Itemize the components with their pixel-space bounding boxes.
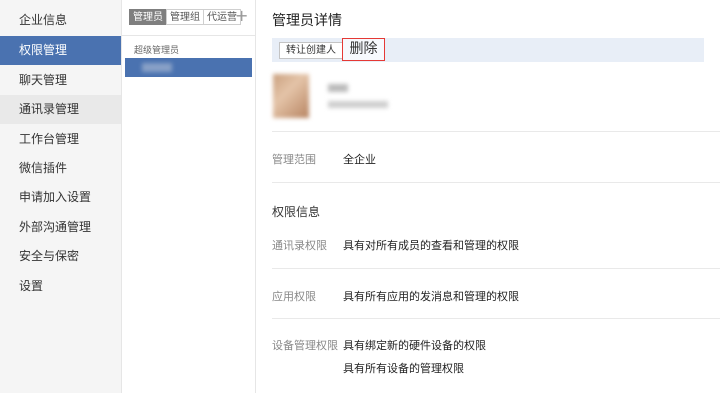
scope-value: 全企业	[343, 153, 376, 166]
permissions-section-title: 权限信息	[272, 205, 321, 219]
sidebar-item-wechat-plugin[interactable]: 微信插件	[0, 154, 121, 183]
sidebar-item-company-info[interactable]: 企业信息	[0, 6, 121, 35]
delete-button[interactable]: 删除	[342, 38, 385, 61]
admin-detail-panel: 管理员详情 转让创建人 删除 管理范围 全企业 权限信息 通讯录权限 具有对所有…	[256, 0, 720, 393]
device-permission-value-1: 具有绑定新的硬件设备的权限	[343, 339, 486, 352]
blurred-admin-name	[142, 63, 172, 72]
sidebar-item-workbench-management[interactable]: 工作台管理	[0, 125, 121, 154]
sidebar-item-contacts-management[interactable]: 通讯录管理	[0, 95, 121, 124]
blurred-admin-name-text	[328, 84, 348, 92]
avatar	[273, 74, 309, 118]
sidebar-item-security[interactable]: 安全与保密	[0, 242, 121, 271]
super-admin-group-label: 超级管理员	[134, 46, 180, 56]
app-permission-value: 具有所有应用的发消息和管理的权限	[343, 290, 519, 303]
divider	[272, 318, 720, 319]
sidebar-item-chat-management[interactable]: 聊天管理	[0, 66, 121, 95]
app-permission-label: 应用权限	[272, 290, 316, 303]
add-icon[interactable]: +	[235, 7, 248, 25]
blurred-admin-account-text	[328, 101, 388, 108]
divider	[272, 268, 720, 269]
tab-admin-groups[interactable]: 管理组	[166, 9, 204, 25]
divider	[272, 131, 720, 132]
scope-label: 管理范围	[272, 153, 316, 166]
tab-admins[interactable]: 管理员	[129, 9, 167, 25]
contacts-permission-label: 通讯录权限	[272, 239, 327, 252]
sidebar-item-external-communication[interactable]: 外部沟通管理	[0, 213, 121, 242]
left-sidebar: 企业信息 权限管理 聊天管理 通讯录管理 工作台管理 微信插件 申请加入设置 外…	[0, 0, 122, 393]
contacts-permission-value: 具有对所有成员的查看和管理的权限	[343, 239, 519, 252]
admin-list-panel: 管理员 管理组 代运营 + 超级管理员	[122, 0, 256, 393]
page-title: 管理员详情	[272, 13, 342, 29]
admin-list-item-selected[interactable]	[125, 58, 252, 77]
sidebar-item-join-settings[interactable]: 申请加入设置	[0, 183, 121, 212]
admin-tabs: 管理员 管理组 代运营	[129, 9, 241, 25]
divider	[272, 182, 720, 183]
sidebar-item-permissions[interactable]: 权限管理	[0, 36, 121, 65]
detail-toolbar: 转让创建人 删除	[272, 38, 704, 62]
device-permission-value-2: 具有所有设备的管理权限	[343, 362, 464, 375]
device-permission-label: 设备管理权限	[272, 339, 338, 352]
divider	[122, 35, 255, 36]
sidebar-item-settings[interactable]: 设置	[0, 272, 121, 301]
transfer-creator-button[interactable]: 转让创建人	[279, 42, 343, 59]
